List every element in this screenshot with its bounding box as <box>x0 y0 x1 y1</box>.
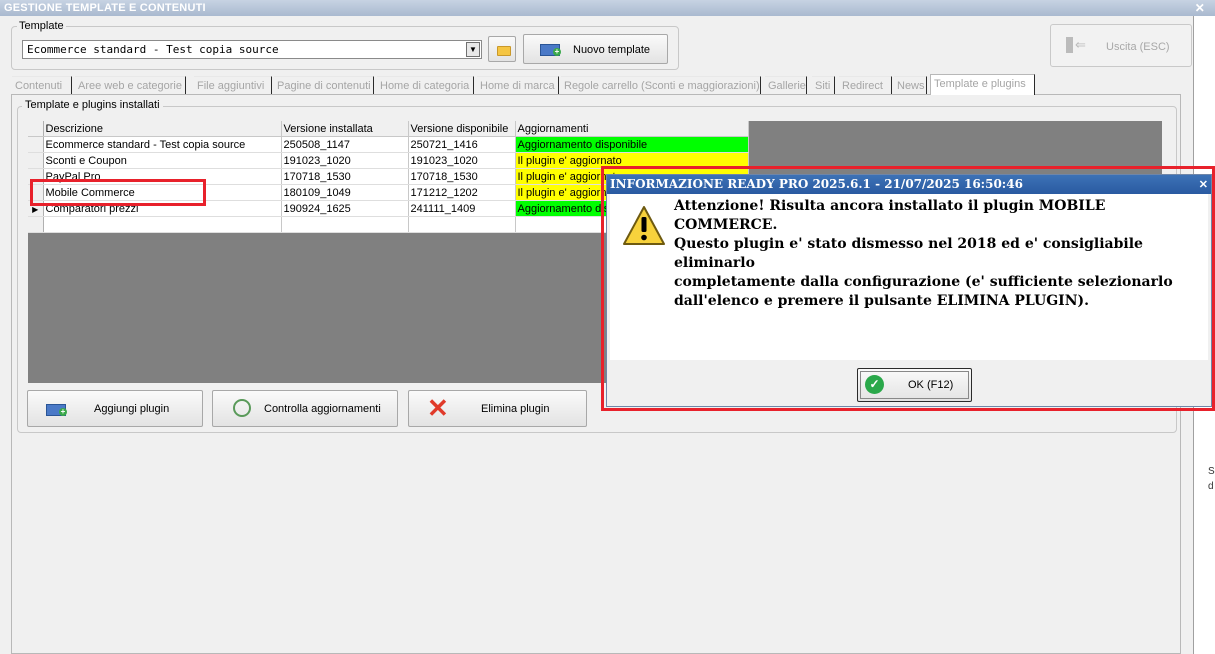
plugins-group-label: Template e plugins installati <box>22 99 163 111</box>
side-text-2: d <box>1208 481 1214 492</box>
empty-cell[interactable] <box>281 216 409 233</box>
tab-aree-web[interactable]: Aree web e categorie <box>75 76 186 94</box>
cell-disponibile[interactable]: 250721_1416 <box>408 136 516 153</box>
tab-contenuti[interactable]: Contenuti <box>12 76 72 94</box>
tab-regole-carrello[interactable]: Regole carrello (Sconti e maggiorazioni) <box>561 76 761 94</box>
delete-x-icon: ✕ <box>427 393 449 423</box>
tab-siti[interactable]: Siti <box>812 76 835 94</box>
plus-icon: + <box>553 47 561 56</box>
exit-door-icon <box>1066 37 1073 53</box>
template-select[interactable]: Ecommerce standard - Test copia source ▼ <box>22 40 482 59</box>
delete-plugin-label: Elimina plugin <box>481 403 550 415</box>
tab-gallerie[interactable]: Gallerie <box>765 76 807 94</box>
tab-file-aggiuntivi[interactable]: File aggiuntivi <box>194 76 272 94</box>
cell-installata[interactable]: 180109_1049 <box>281 184 409 201</box>
exit-arrow-icon: ⇐ <box>1075 37 1086 52</box>
tab-template-plugins[interactable]: Template e plugins <box>930 74 1035 95</box>
new-template-button[interactable]: + Nuovo template <box>523 34 668 64</box>
column-header-installata[interactable]: Versione installata <box>281 121 409 137</box>
tab-home-categoria[interactable]: Home di categoria <box>377 76 474 94</box>
new-template-label: Nuovo template <box>573 44 651 56</box>
empty-cell[interactable] <box>408 216 516 233</box>
cell-disponibile[interactable]: 171212_1202 <box>408 184 516 201</box>
globe-icon <box>233 399 251 417</box>
cell-disponibile[interactable]: 241111_1409 <box>408 200 516 217</box>
highlight-box-mobile-commerce <box>30 179 206 206</box>
delete-plugin-button[interactable]: ✕ Elimina plugin <box>408 390 587 427</box>
exit-label: Uscita (ESC) <box>1106 41 1170 53</box>
table-row[interactable]: Ecommerce standard - Test copia source 2… <box>28 136 749 153</box>
cell-installata[interactable]: 190924_1625 <box>281 200 409 217</box>
exit-button[interactable]: ⇐ Uscita (ESC) <box>1050 24 1192 67</box>
template-select-value: Ecommerce standard - Test copia source <box>27 43 279 56</box>
cell-disponibile[interactable]: 191023_1020 <box>408 152 516 169</box>
highlight-box-dialog <box>601 166 1215 411</box>
cell-installata[interactable]: 250508_1147 <box>281 136 409 153</box>
empty-cell[interactable] <box>43 216 282 233</box>
add-plugin-label: Aggiungi plugin <box>94 403 170 415</box>
folder-icon <box>497 46 511 56</box>
close-icon[interactable]: ✕ <box>1195 0 1205 16</box>
tab-news[interactable]: News <box>894 76 927 94</box>
cell-installata[interactable]: 170718_1530 <box>281 168 409 185</box>
tab-redirect[interactable]: Redirect <box>839 76 892 94</box>
plus-icon: + <box>59 407 67 416</box>
row-indicator <box>28 152 44 169</box>
row-indicator <box>28 216 44 233</box>
cell-descrizione[interactable]: Sconti e Coupon <box>43 152 282 169</box>
tab-home-marca[interactable]: Home di marca <box>477 76 559 94</box>
tab-pagine-contenuti[interactable]: Pagine di contenuti <box>274 76 374 94</box>
chevron-down-icon[interactable]: ▼ <box>466 42 480 57</box>
template-group-label: Template <box>17 20 66 32</box>
open-folder-button[interactable] <box>488 36 516 62</box>
add-plugin-button[interactable]: + Aggiungi plugin <box>27 390 203 427</box>
cell-disponibile[interactable]: 170718_1530 <box>408 168 516 185</box>
check-updates-label: Controlla aggiornamenti <box>264 403 381 415</box>
cell-aggiornamenti[interactable]: Aggiornamento disponibile <box>515 136 749 153</box>
window-titlebar: GESTIONE TEMPLATE E CONTENUTI ✕ <box>0 0 1215 16</box>
column-header-aggiornamenti[interactable]: Aggiornamenti <box>515 121 749 137</box>
row-indicator <box>28 136 44 153</box>
window-title: GESTIONE TEMPLATE E CONTENUTI <box>4 2 206 14</box>
check-updates-button[interactable]: Controlla aggiornamenti <box>212 390 398 427</box>
cell-descrizione[interactable]: Ecommerce standard - Test copia source <box>43 136 282 153</box>
side-text-1: S <box>1208 466 1215 477</box>
row-indicator-header <box>28 121 44 137</box>
column-header-descrizione[interactable]: Descrizione <box>43 121 282 137</box>
grid-header-row: Descrizione Versione installata Versione… <box>28 121 749 137</box>
cell-installata[interactable]: 191023_1020 <box>281 152 409 169</box>
column-header-disponibile[interactable]: Versione disponibile <box>408 121 516 137</box>
